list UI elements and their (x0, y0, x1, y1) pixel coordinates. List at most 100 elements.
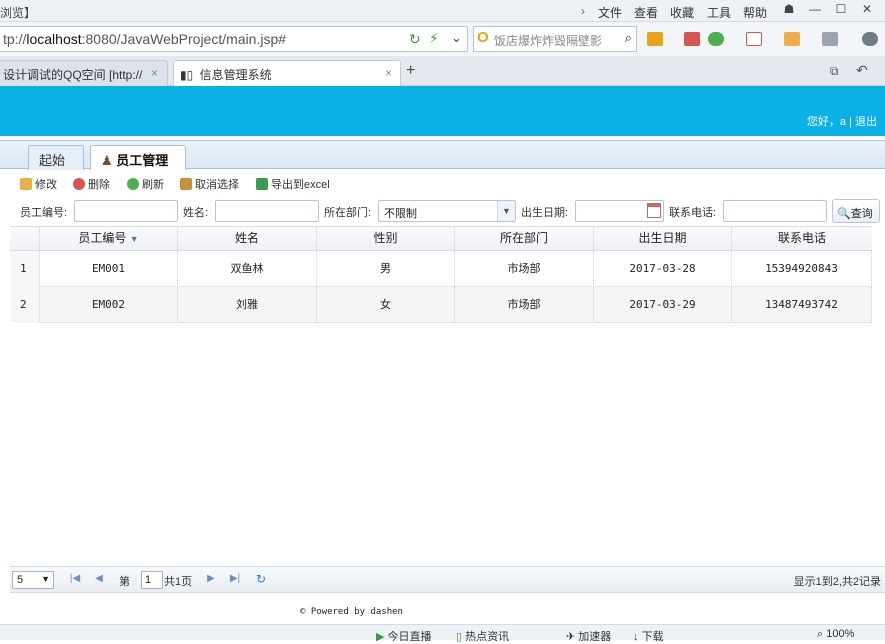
cell-gender: 男 (317, 251, 455, 287)
close-tab-icon[interactable]: × (151, 66, 158, 80)
download-icon: ↓ (633, 631, 639, 643)
refresh-icon[interactable]: ↻ (409, 31, 421, 48)
search-icon: 🔍 (837, 208, 851, 220)
emp-no-label: 员工编号: (20, 207, 68, 219)
dropdown-icon[interactable]: ⌄ (451, 30, 462, 46)
phone-label: 联系电话: (669, 207, 717, 219)
refresh-button[interactable]: 刷新 (127, 176, 164, 192)
name-input[interactable] (215, 200, 319, 222)
speed-icon[interactable]: ⚡ (429, 30, 439, 47)
sort-desc-icon[interactable]: ▼ (130, 234, 139, 244)
export-excel-button[interactable]: 导出到excel (256, 176, 330, 192)
cell-birth: 2017-03-28 (594, 251, 732, 287)
last-page-icon[interactable]: ▶| (228, 572, 242, 586)
header-name[interactable]: 姓名 (178, 227, 317, 251)
undo-close-icon[interactable]: ↶ (856, 62, 868, 79)
grid-toolbar: 修改 删除 刷新 取消选择 导出到excel (0, 170, 885, 196)
dept-select[interactable]: 不限制 ▼ (378, 200, 516, 222)
greeting[interactable]: 您好，a | 退出 (807, 113, 877, 129)
status-news[interactable]: ▯ 热点资讯 (456, 628, 509, 644)
tab-home[interactable]: 起始页 (28, 145, 84, 187)
maximize-icon[interactable]: ☐ (832, 2, 850, 18)
header-birth[interactable]: 出生日期 (594, 227, 732, 251)
header-dept[interactable]: 所在部门 (455, 227, 594, 251)
cell-name: 刘雅 (178, 287, 317, 323)
search-icon[interactable]: ⌕ (625, 30, 632, 46)
tab-employee[interactable]: ♟ 员工管理 × (90, 145, 186, 184)
employee-grid: 员工编号 ▼ 姓名 性别 所在部门 出生日期 联系电话 1 EM001 双鱼林 … (10, 226, 872, 566)
new-tab-icon[interactable]: + (406, 62, 415, 80)
url-field[interactable]: tp://localhost:8080/JavaWebProject/main.… (0, 26, 468, 52)
shield-icon[interactable] (708, 32, 724, 46)
chevron-right-icon[interactable]: › (581, 4, 585, 18)
tab-label: 信息管理系统 (199, 68, 272, 82)
first-page-icon[interactable]: |◀ (68, 572, 82, 586)
status-accelerator[interactable]: ✈ 加速器 (566, 628, 611, 644)
edit-button[interactable]: 修改 (20, 176, 57, 192)
delete-button[interactable]: 删除 (73, 176, 110, 192)
address-row: tp://localhost:8080/JavaWebProject/main.… (0, 22, 885, 56)
next-page-icon[interactable]: ▶ (204, 572, 218, 586)
status-live[interactable]: ▶ 今日直播 (376, 628, 432, 644)
content-tab-bar: 起始页 ♟ 员工管理 × (0, 140, 885, 187)
undo-icon (180, 178, 192, 190)
search-field[interactable]: O 饭店爆炸炸毁隔壁影 ⌕ (473, 26, 637, 52)
window-title: 浏览】 (0, 6, 37, 20)
cell-name: 双鱼林 (178, 251, 317, 287)
skin-icon[interactable]: ☗ (780, 2, 798, 18)
status-download[interactable]: ↓ 下载 (633, 628, 664, 644)
header-gender[interactable]: 性别 (317, 227, 455, 251)
page-size-select[interactable]: 5 ▼ (12, 571, 54, 589)
page-number-input[interactable]: 1 (141, 571, 163, 589)
deselect-button[interactable]: 取消选择 (180, 176, 239, 192)
header-phone[interactable]: 联系电话 (732, 227, 872, 251)
menu-file[interactable]: 文件 (598, 4, 622, 21)
user-icon: ♟ (101, 153, 113, 168)
menu-tools[interactable]: 工具 (707, 4, 731, 21)
page-prefix: 第 (119, 576, 130, 588)
footer-credit: © Powered by dashen (300, 607, 403, 617)
cell-dept: 市场部 (455, 287, 594, 323)
query-button[interactable]: 🔍查询 (832, 199, 880, 223)
minimize-icon[interactable]: — (806, 2, 824, 18)
menu-view[interactable]: 查看 (634, 4, 658, 21)
birth-date-input[interactable] (575, 200, 664, 222)
tab-employee-label: 员工管理 (116, 153, 169, 168)
status-zoom[interactable]: ⌕ 100% (817, 628, 854, 641)
emp-no-input[interactable] (74, 200, 178, 222)
menu-help[interactable]: 帮助 (743, 4, 767, 21)
prev-page-icon[interactable]: ◀ (92, 572, 106, 586)
reload-icon[interactable]: ↻ (254, 572, 268, 586)
adblock-icon[interactable] (746, 32, 762, 46)
apps-icon[interactable] (647, 32, 663, 46)
zoom-icon: ⌕ (817, 628, 824, 640)
query-label: 查询 (850, 208, 873, 220)
cell-phone: 13487493742 (732, 287, 872, 323)
close-window-icon[interactable]: ✕ (858, 2, 876, 18)
mail-icon[interactable] (684, 32, 700, 46)
browser-tab-system[interactable]: ▮▯ 信息管理系统 × (173, 60, 401, 86)
cell-phone: 15394920843 (732, 251, 872, 287)
page-icon: ▮▯ (180, 68, 194, 82)
search-engine-icon[interactable]: O (477, 29, 489, 46)
header-emp-no[interactable]: 员工编号 ▼ (40, 227, 178, 251)
chevron-down-icon[interactable]: ▼ (41, 574, 50, 584)
menu-favorites[interactable]: 收藏 (670, 4, 694, 21)
chevron-down-icon[interactable]: ▼ (497, 201, 515, 221)
grid-pager: 5 ▼ |◀ ◀ 第 1 共1页 ▶ ▶| ↻ 显示1到2,共2记录 (10, 566, 885, 593)
url-text: tp://localhost:8080/JavaWebProject/main.… (3, 31, 287, 47)
browser-tab-qzone[interactable]: 设计调试的QQ空间 [http://2545 × (0, 60, 168, 86)
table-row[interactable]: 1 EM001 双鱼林 男 市场部 2017-03-28 15394920843 (10, 251, 872, 287)
screenshot-icon[interactable] (822, 32, 838, 46)
row-number-header (10, 227, 40, 251)
table-row[interactable]: 2 EM002 刘雅 女 市场部 2017-03-29 13487493742 (10, 287, 872, 323)
wallet-icon[interactable] (784, 32, 800, 46)
calendar-icon[interactable] (647, 203, 661, 218)
cell-emp-no: EM002 (40, 287, 178, 323)
tab-list-icon[interactable]: ⧉ (830, 64, 839, 79)
tab-label: 设计调试的QQ空间 [http://2545 (3, 68, 143, 82)
close-tab-icon[interactable]: × (385, 66, 392, 80)
zoom-icon[interactable] (862, 32, 878, 46)
row-number: 1 (10, 251, 40, 287)
phone-input[interactable] (723, 200, 827, 222)
